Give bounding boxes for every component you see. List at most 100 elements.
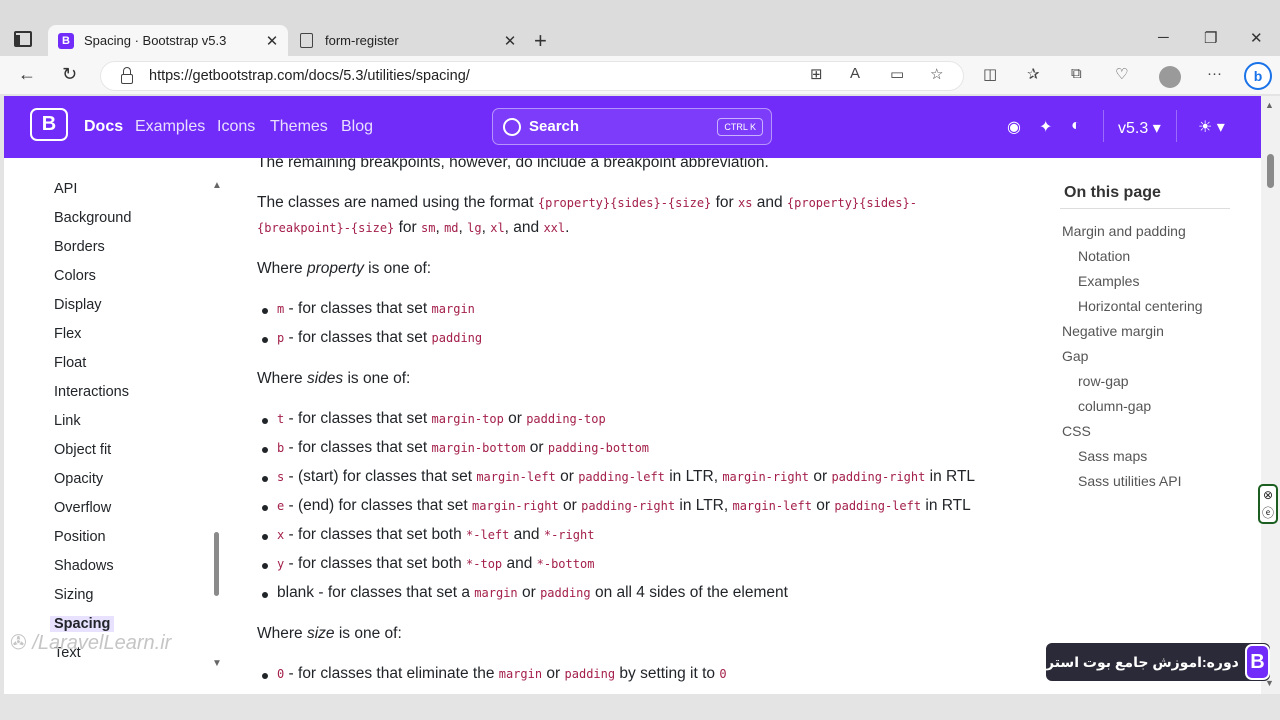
sidebar-scroll-up-icon[interactable]: ▲ bbox=[212, 180, 222, 191]
text: , and bbox=[504, 219, 544, 236]
code: lg bbox=[467, 221, 482, 235]
code: xs bbox=[737, 196, 753, 210]
sidebar-item-display[interactable]: Display bbox=[54, 297, 102, 313]
side-extension-panel[interactable]: ⊗ ⓔ bbox=[1258, 484, 1278, 524]
list-item: x - for classes that set both *-left and… bbox=[261, 526, 594, 544]
bing-copilot-icon[interactable]: b bbox=[1244, 62, 1272, 90]
text: - for classes that set both bbox=[284, 526, 467, 543]
sidebar-item-colors[interactable]: Colors bbox=[54, 268, 96, 284]
code: margin-left bbox=[732, 499, 812, 513]
search-button[interactable]: Search CTRL K bbox=[492, 108, 772, 145]
maximize-button[interactable]: ❐ bbox=[1204, 29, 1217, 47]
twitter-icon[interactable]: ✦ bbox=[1039, 117, 1052, 137]
nav-icons[interactable]: Icons bbox=[217, 118, 255, 136]
text: or bbox=[809, 468, 832, 485]
text: - for classes that eliminate the bbox=[284, 665, 499, 682]
sidebar-item-interactions[interactable]: Interactions bbox=[54, 384, 129, 400]
close-icon[interactable]: ⊗ bbox=[1260, 486, 1276, 504]
lock-icon[interactable] bbox=[121, 67, 133, 84]
sidebar-scroll-down-icon[interactable]: ▼ bbox=[212, 658, 222, 669]
toc-notation[interactable]: Notation bbox=[1078, 248, 1130, 264]
sidebar-item-shadows[interactable]: Shadows bbox=[54, 558, 114, 574]
window-menu-icon[interactable] bbox=[14, 31, 32, 47]
sidebar-item-api[interactable]: API bbox=[54, 181, 77, 197]
text: Where bbox=[257, 625, 307, 642]
list-item: y - for classes that set both *-top and … bbox=[261, 555, 594, 573]
sidebar-scrollbar[interactable] bbox=[214, 532, 219, 596]
reload-button[interactable]: ↻ bbox=[62, 64, 77, 85]
watermark-text: /LaravelLearn.ir bbox=[32, 632, 172, 654]
split-screen-icon[interactable]: ◫ bbox=[983, 65, 997, 83]
toc-horizontal-centering[interactable]: Horizontal centering bbox=[1078, 298, 1203, 314]
sidebar-item-float[interactable]: Float bbox=[54, 355, 86, 371]
favorite-star-icon[interactable]: ☆ bbox=[930, 65, 943, 83]
sidebar-item-opacity[interactable]: Opacity bbox=[54, 471, 103, 487]
nav-divider bbox=[1103, 110, 1104, 142]
nav-blog[interactable]: Blog bbox=[341, 118, 373, 136]
page-scrollbar-thumb[interactable] bbox=[1267, 154, 1274, 188]
tab-close-icon[interactable]: ✕ bbox=[500, 32, 520, 50]
text: or bbox=[558, 497, 582, 514]
list-item: blank - for classes that set a margin or… bbox=[262, 584, 788, 602]
toc-title: On this page bbox=[1064, 184, 1161, 201]
close-window-button[interactable]: ✕ bbox=[1250, 29, 1263, 47]
extension-icon[interactable]: ⓔ bbox=[1260, 504, 1276, 522]
favorites-icon[interactable]: ✰ bbox=[1027, 65, 1040, 83]
tab-close-icon[interactable]: ✕ bbox=[262, 32, 282, 50]
sidebar-item-borders[interactable]: Borders bbox=[54, 239, 105, 255]
tab-spacing[interactable]: B Spacing · Bootstrap v5.3 ✕ bbox=[48, 25, 288, 56]
url-text[interactable]: https://getbootstrap.com/docs/5.3/utilit… bbox=[149, 68, 470, 84]
list-item: s - (start) for classes that set margin-… bbox=[261, 468, 975, 486]
nav-docs[interactable]: Docs bbox=[84, 118, 123, 136]
page-scrollbar[interactable]: ▲ ▼ bbox=[1261, 96, 1280, 694]
read-aloud-icon[interactable]: A bbox=[850, 65, 860, 82]
tab-form-register[interactable]: form-register ✕ bbox=[290, 25, 526, 56]
minimize-button[interactable]: ─ bbox=[1158, 29, 1169, 46]
profile-avatar[interactable] bbox=[1159, 66, 1181, 88]
toc-column-gap[interactable]: column-gap bbox=[1078, 398, 1151, 414]
toc-row-gap[interactable]: row-gap bbox=[1078, 373, 1129, 389]
search-placeholder: Search bbox=[529, 118, 580, 135]
text: is one of: bbox=[334, 625, 402, 642]
nav-examples[interactable]: Examples bbox=[135, 118, 205, 136]
sidebar-item-position[interactable]: Position bbox=[54, 529, 106, 545]
list-item: t - for classes that set margin-top or p… bbox=[262, 410, 606, 428]
opencollective-icon[interactable]: ◐ bbox=[1071, 117, 1081, 135]
code: {property}{sides}-{size} bbox=[537, 196, 712, 210]
toc-sass-utilities-api[interactable]: Sass utilities API bbox=[1078, 473, 1182, 489]
text: and bbox=[502, 555, 537, 572]
nav-themes[interactable]: Themes bbox=[270, 118, 328, 136]
back-button[interactable]: ← bbox=[18, 64, 36, 85]
sidebar-item-overflow[interactable]: Overflow bbox=[54, 500, 111, 516]
sidebar-item-object-fit[interactable]: Object fit bbox=[54, 442, 111, 458]
toc-sass-maps[interactable]: Sass maps bbox=[1078, 448, 1147, 464]
code: *-left bbox=[466, 528, 510, 542]
scroll-up-icon[interactable]: ▲ bbox=[1265, 100, 1274, 110]
list-item: 0 - for classes that eliminate the margi… bbox=[262, 665, 727, 683]
theme-sun-icon[interactable]: ☀ ▾ bbox=[1198, 117, 1225, 137]
browser-essentials-icon[interactable]: ♡ bbox=[1115, 65, 1128, 83]
sidebar-item-background[interactable]: Background bbox=[54, 210, 131, 226]
code: {property}{sides}- bbox=[786, 196, 917, 210]
code: padding-bottom bbox=[547, 441, 650, 455]
address-bar[interactable]: https://getbootstrap.com/docs/5.3/utilit… bbox=[100, 61, 964, 91]
toc-margin-and-padding[interactable]: Margin and padding bbox=[1062, 223, 1186, 239]
sidebar-item-link[interactable]: Link bbox=[54, 413, 81, 429]
new-tab-button[interactable]: + bbox=[534, 28, 547, 54]
text: or bbox=[811, 497, 835, 514]
bootstrap-logo[interactable]: B bbox=[30, 108, 68, 141]
toc-css[interactable]: CSS bbox=[1062, 423, 1091, 439]
app-available-icon[interactable]: ⊞ bbox=[810, 65, 823, 83]
toc-examples[interactable]: Examples bbox=[1078, 273, 1139, 289]
collections-icon[interactable]: ⧉ bbox=[1071, 65, 1082, 82]
list-item: m - for classes that set margin bbox=[262, 300, 475, 318]
toc-gap[interactable]: Gap bbox=[1062, 348, 1088, 364]
docs-sidebar: ▲ API Background Borders Colors Display … bbox=[4, 158, 234, 694]
github-icon[interactable]: ◉ bbox=[1007, 117, 1021, 137]
sidebar-item-sizing[interactable]: Sizing bbox=[54, 587, 94, 603]
immersive-reader-icon[interactable]: ▭ bbox=[890, 65, 904, 83]
settings-more-icon[interactable]: ··· bbox=[1207, 65, 1222, 82]
toc-negative-margin[interactable]: Negative margin bbox=[1062, 323, 1164, 339]
version-dropdown[interactable]: v5.3 ▾ bbox=[1118, 118, 1161, 138]
sidebar-item-flex[interactable]: Flex bbox=[54, 326, 81, 342]
